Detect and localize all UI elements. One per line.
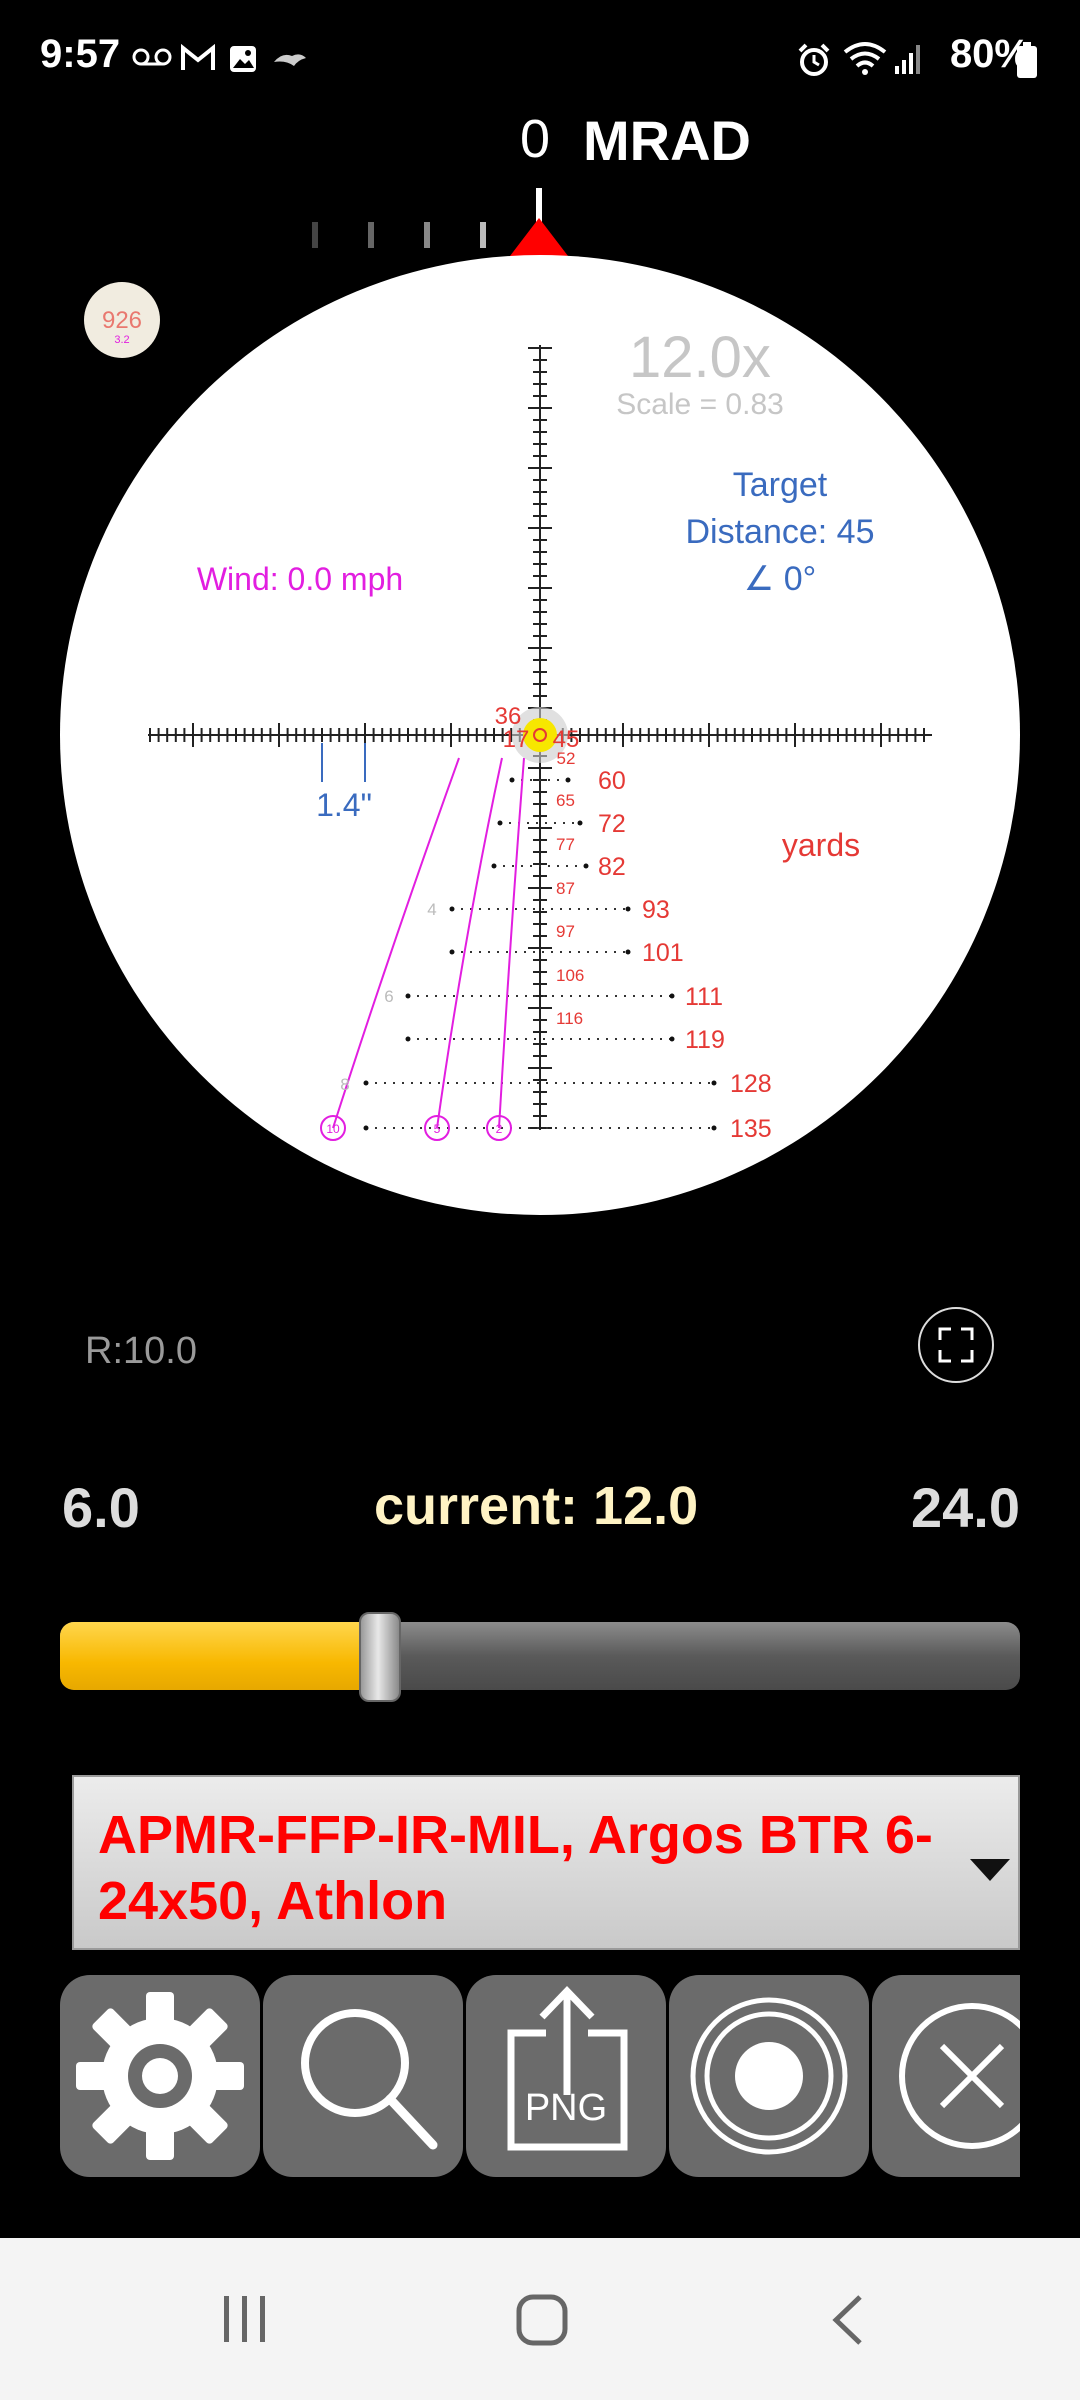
distance-label: 82 [598,853,626,881]
fullscreen-button[interactable] [918,1307,994,1383]
gear-icon [76,1992,244,2160]
png-export-icon [507,1985,628,2151]
distance-label: 72 [598,810,626,838]
center-label: 17 [503,726,530,753]
wind-label: Wind: 0.0 mph [197,561,403,597]
small-distance-label: 106 [556,966,584,985]
record-icon [690,1997,848,2155]
target-distance: Distance: 45 [686,513,875,551]
distance-label: 111 [685,983,723,1011]
distance-label: 93 [642,896,670,924]
wind-mark: 4 [427,900,436,919]
badge-sub: 3.2 [114,334,129,346]
center-label: 52 [557,749,576,768]
heading-scale [312,188,568,256]
png-label: PNG [524,2087,608,2129]
distance-label: 101 [642,939,684,967]
close-icon [899,2003,1020,2149]
search-icon [301,2009,438,2150]
dropdown-arrow-icon [970,1859,1010,1881]
scale-label: Scale = 0.83 [616,388,784,421]
toolbar: PNG [60,1975,1020,2177]
distance-label: 135 [730,1115,772,1143]
zoom-slider-fill [60,1622,380,1690]
settings-button[interactable] [60,1975,260,2177]
zoom-current: current: 12.0 [374,1476,699,1536]
drift-circle-label: 5 [434,1122,441,1136]
small-distance-label: 77 [556,835,575,854]
zoom-slider-thumb[interactable] [358,1612,401,1702]
home-icon[interactable] [514,2292,570,2348]
drift-circle-label: 10 [326,1122,340,1136]
inch-value: 1.4" [316,787,372,823]
zoom-slider[interactable] [60,1622,1020,1690]
zoom-min: 6.0 [62,1476,140,1539]
magnification-label: 12.0x [629,325,771,390]
drift-circle-label: 2 [496,1122,503,1136]
scope-select[interactable]: APMR-FFP-IR-MIL, Argos BTR 6-24x50, Athl… [72,1775,1020,1950]
range-label: R:10.0 [85,1330,197,1372]
distance-label: 119 [685,1026,725,1054]
units-label: yards [782,827,860,863]
distance-label: 128 [730,1070,772,1098]
wind-mark: 6 [384,987,393,1006]
target-angle: ∠ 0° [744,560,816,598]
distance-label: 60 [598,767,626,795]
close-button[interactable] [872,1975,1020,2177]
navigation-bar [0,2238,1080,2400]
search-button[interactable] [263,1975,463,2177]
record-button[interactable] [669,1975,869,2177]
small-distance-label: 97 [556,922,575,941]
heading-marker-icon [510,218,568,256]
small-distance-label: 87 [556,879,575,898]
reticle-view[interactable]: 10 5 2 4 6 8 1.4" 36 17 45 52 12.0x Scal… [0,0,1080,1240]
recent-apps-icon[interactable] [218,2292,272,2346]
badge-value: 926 [102,307,142,334]
export-png-button[interactable]: PNG [466,1975,666,2177]
small-distance-label: 116 [556,1009,583,1028]
fullscreen-icon [938,1327,974,1363]
back-icon[interactable] [826,2292,870,2348]
scope-select-value: APMR-FFP-IR-MIL, Argos BTR 6-24x50, Athl… [98,1805,933,1931]
target-title: Target [733,466,828,504]
small-distance-label: 65 [556,791,575,810]
zoom-max: 24.0 [911,1476,1020,1539]
wind-mark: 8 [340,1075,349,1094]
